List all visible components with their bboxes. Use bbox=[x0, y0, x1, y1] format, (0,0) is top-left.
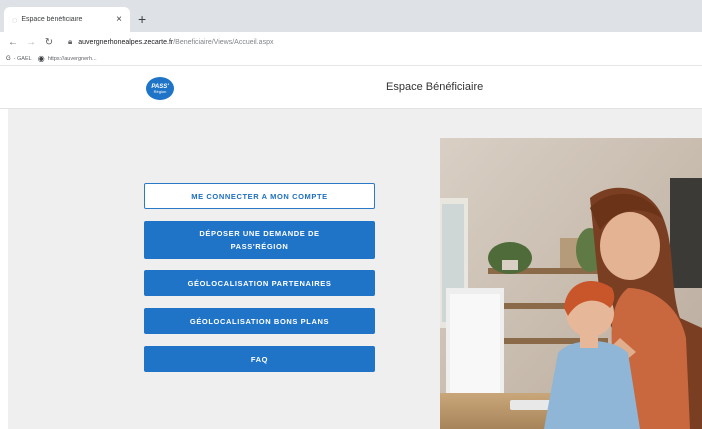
bookmark-auvergnerh[interactable]: ◉ https://auvergnerh... bbox=[38, 54, 97, 63]
logo-text-bottom: Région bbox=[153, 88, 167, 94]
page-favicon-icon: ◌ bbox=[12, 14, 18, 25]
bookmark-folder-icon: G bbox=[6, 55, 11, 62]
browser-tab[interactable]: ◌ Espace bénéficiaire × bbox=[4, 7, 130, 32]
lock-icon[interactable]: 🔒︎ bbox=[68, 37, 72, 47]
reload-icon[interactable]: ↻ bbox=[44, 37, 54, 48]
site-header: PASS' Région Espace Bénéficiaire bbox=[0, 67, 702, 109]
new-tab-button[interactable]: + bbox=[138, 12, 146, 26]
close-tab-icon[interactable]: × bbox=[116, 14, 122, 25]
left-margin bbox=[0, 109, 8, 429]
url-host: auvergnerhonealpes.zecarte.fr bbox=[78, 38, 174, 46]
browser-toolbar: ← → ↻ 🔒︎ auvergnerhonealpes.zecarte.fr/B… bbox=[0, 32, 702, 52]
hero-photo-illustration bbox=[440, 138, 702, 429]
submit-request-button[interactable]: DÉPOSER UNE DEMANDE DE PASS'RÉGION bbox=[144, 221, 375, 259]
globe-icon: ◉ bbox=[37, 54, 45, 63]
bookmark-label: https://auvergnerh... bbox=[47, 55, 97, 62]
login-button[interactable]: ME CONNECTER A MON COMPTE bbox=[144, 183, 375, 209]
back-arrow-icon[interactable]: ← bbox=[8, 37, 18, 48]
deals-map-button[interactable]: GÉOLOCALISATION BONS PLANS bbox=[144, 308, 375, 334]
bookmark-gael[interactable]: G - GAEL bbox=[6, 56, 32, 62]
page-title: Espace Bénéficiaire bbox=[386, 81, 484, 93]
tab-title: Espace bénéficiaire bbox=[21, 16, 83, 23]
address-bar[interactable]: auvergnerhonealpes.zecarte.fr/Beneficiai… bbox=[78, 39, 273, 46]
pass-region-logo[interactable]: PASS' Région bbox=[146, 77, 174, 100]
faq-button[interactable]: FAQ bbox=[144, 346, 375, 372]
hero-photo bbox=[440, 138, 702, 429]
partners-map-button[interactable]: GÉOLOCALISATION PARTENAIRES bbox=[144, 270, 375, 296]
forward-arrow-icon[interactable]: → bbox=[26, 37, 36, 48]
url-path: /Beneficiaire/Views/Accueil.aspx bbox=[173, 38, 274, 46]
bookmark-label: - GAEL bbox=[13, 55, 32, 62]
bookmarks-bar: G - GAEL ◉ https://auvergnerh... bbox=[0, 52, 702, 66]
browser-tab-bar: ◌ Espace bénéficiaire × + bbox=[0, 0, 702, 32]
